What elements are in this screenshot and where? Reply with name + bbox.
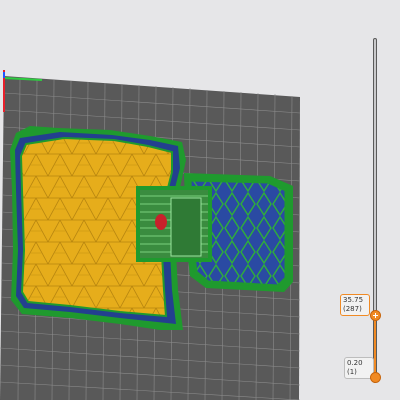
upper-layer-thumb[interactable] [370, 310, 381, 321]
seam-marker [155, 214, 167, 230]
3d-preview-viewport[interactable] [0, 0, 400, 400]
layer-range-fill [374, 315, 376, 377]
upper-layer-number: (287) [343, 305, 362, 313]
upper-layer-height: 35.75 [343, 296, 364, 304]
print-preview-canvas [0, 70, 301, 400]
upper-layer-label: 35.75 (287) [340, 294, 370, 316]
lower-layer-thumb[interactable] [370, 372, 381, 383]
lower-layer-number: (1) [347, 368, 357, 376]
connector-bridge [136, 186, 212, 262]
lower-layer-height: 0.20 [347, 359, 363, 367]
